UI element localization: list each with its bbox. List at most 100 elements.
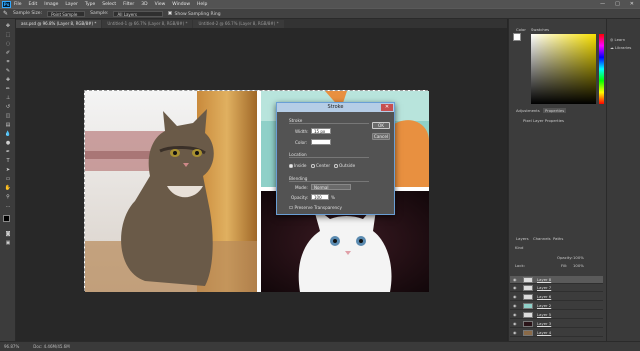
menu-file[interactable]: File [14, 2, 22, 7]
learn-panel-button[interactable]: ◎ Learn [610, 37, 625, 42]
pen-tool-icon[interactable]: ✒ [4, 149, 12, 156]
type-tool-icon[interactable]: T [4, 158, 12, 165]
hue-slider[interactable] [599, 34, 604, 104]
libraries-panel-button[interactable]: ☁ Libraries [610, 45, 631, 50]
tab-swatches[interactable]: Swatches [531, 27, 549, 32]
hand-tool-icon[interactable]: ✋ [4, 185, 12, 192]
sample-size-select[interactable]: Point Sample [47, 10, 86, 17]
width-label: Width: [295, 129, 309, 134]
eyedropper-tool-icon[interactable]: ✎ [4, 68, 12, 75]
fill-value[interactable]: 100% [573, 263, 584, 268]
color-field[interactable] [531, 34, 596, 104]
window-controls: — □ ✕ [600, 1, 634, 7]
dodge-tool-icon[interactable]: ● [4, 140, 12, 147]
zoom-tool-icon[interactable]: ⚲ [4, 194, 12, 201]
stroke-color-swatch[interactable] [311, 139, 331, 145]
blur-tool-icon[interactable]: 💧 [4, 131, 12, 138]
opacity-unit: % [331, 195, 335, 200]
color-fg-swatch[interactable] [513, 33, 521, 41]
preserve-transparency-checkbox[interactable]: Preserve Transparency [289, 205, 342, 210]
menu-view[interactable]: View [155, 2, 166, 7]
blend-mode-select[interactable]: Normal [311, 184, 351, 190]
layer-row-4[interactable]: ◉ Layer 4 [510, 329, 603, 337]
menu-select[interactable]: Select [102, 2, 116, 7]
eye-icon[interactable]: ◉ [513, 302, 517, 310]
shape-tool-icon[interactable]: ▭ [4, 176, 12, 183]
eyedropper-icon[interactable]: ✎ [3, 10, 8, 17]
tab-color[interactable]: Color [516, 27, 526, 32]
layer-name: Layer 6 [537, 294, 552, 299]
stamp-tool-icon[interactable]: ⊥ [4, 95, 12, 102]
quick-mask-icon[interactable]: ◙ [4, 231, 12, 238]
eye-icon[interactable]: ◉ [513, 320, 517, 328]
dialog-close-button[interactable]: ✕ [381, 104, 393, 111]
layer-row-8[interactable]: ◉ Layer 8 [510, 276, 603, 284]
preserve-transparency-label: Preserve Transparency [294, 205, 342, 210]
cancel-button[interactable]: Cancel [372, 133, 390, 140]
tab-properties[interactable]: Properties [543, 108, 567, 113]
dialog-title: Stroke [327, 104, 344, 110]
foreground-color-swatch[interactable] [3, 215, 10, 222]
move-tool-icon[interactable]: ✥ [4, 23, 12, 30]
menu-window[interactable]: Window [172, 2, 190, 7]
properties-title: Pixel Layer Properties [523, 118, 564, 123]
menu-edit[interactable]: Edit [29, 2, 38, 7]
lasso-tool-icon[interactable]: ◌ [4, 41, 12, 48]
gradient-tool-icon[interactable]: ▤ [4, 122, 12, 129]
menu-help[interactable]: Help [197, 2, 207, 7]
eye-icon[interactable]: ◉ [513, 311, 517, 319]
brush-tool-icon[interactable]: ✏ [4, 86, 12, 93]
stroke-dialog: Stroke ✕ Stroke Width: 15 px Color: Loca… [276, 102, 395, 215]
location-inside-radio[interactable]: Inside [289, 163, 306, 168]
tab-layers[interactable]: Layers [516, 236, 529, 241]
layer-row-6[interactable]: ◉ Layer 6 [510, 293, 603, 301]
zoom-level[interactable]: 96.87% [4, 344, 19, 349]
menu-type[interactable]: Type [85, 2, 95, 7]
photoshop-logo: Ps [2, 0, 11, 8]
layer-row-7[interactable]: ◉ Layer 7 [510, 284, 603, 292]
menu-filter[interactable]: Filter [123, 2, 134, 7]
tab-untitled-1[interactable]: Untitled-1 @ 66.7% (Layer 8, RGB/8#) * [102, 20, 193, 28]
width-input[interactable]: 15 px [311, 128, 331, 134]
path-select-icon[interactable]: ➤ [4, 167, 12, 174]
center-label: Center [316, 163, 331, 168]
marquee-tool-icon[interactable]: ⬚ [4, 32, 12, 39]
close-window-button[interactable]: ✕ [630, 1, 634, 7]
history-brush-icon[interactable]: ↺ [4, 104, 12, 111]
eye-icon[interactable]: ◉ [513, 276, 517, 284]
eye-icon[interactable]: ◉ [513, 284, 517, 292]
layer-thumbnail [523, 294, 533, 300]
eye-icon[interactable]: ◉ [513, 293, 517, 301]
layer-opacity-value[interactable]: 100% [573, 255, 584, 260]
layer-row-2[interactable]: ◉ Layer 2 [510, 302, 603, 310]
ok-button[interactable]: OK [372, 122, 390, 129]
quick-select-tool-icon[interactable]: ✐ [4, 50, 12, 57]
minimize-button[interactable]: — [600, 1, 605, 7]
screen-mode-icon[interactable]: ▣ [4, 240, 12, 247]
eraser-tool-icon[interactable]: ◫ [4, 113, 12, 120]
tab-channels[interactable]: Channels [533, 236, 551, 241]
opacity-input[interactable]: 100 [311, 194, 329, 200]
eye-icon[interactable]: ◉ [513, 329, 517, 337]
tab-paths[interactable]: Paths [553, 236, 563, 241]
tab-adjustments[interactable]: Adjustments [516, 108, 540, 113]
healing-tool-icon[interactable]: ✚ [4, 77, 12, 84]
menu-layer[interactable]: Layer [65, 2, 78, 7]
layer-row-3[interactable]: ◉ Layer 3 [510, 320, 603, 328]
tab-ass-psd[interactable]: ass.psd @ 96.8% (Layer 8, RGB/8#) * [16, 20, 102, 28]
location-outside-radio[interactable]: Outside [334, 163, 355, 168]
dialog-title-bar[interactable]: Stroke ✕ [277, 103, 394, 112]
maximize-button[interactable]: □ [615, 1, 620, 7]
tab-untitled-2[interactable]: Untitled-2 @ 66.7% (Layer 8, RGB/8#) * [193, 20, 284, 28]
options-bar: ✎ Sample Size: Point Sample Sample: All … [0, 8, 640, 19]
menu-image[interactable]: Image [44, 2, 58, 7]
crop-tool-icon[interactable]: ⌗ [4, 59, 12, 66]
menu-3d[interactable]: 3D [141, 2, 147, 7]
location-center-radio[interactable]: Center [311, 163, 330, 168]
layer-row-5[interactable]: ◉ Layer 5 [510, 311, 603, 319]
document-tabs: ass.psd @ 96.8% (Layer 8, RGB/8#) * Unti… [16, 19, 507, 28]
sampling-ring-checkbox[interactable]: Show Sampling Ring [168, 10, 221, 17]
sample-select[interactable]: All Layers [113, 10, 164, 17]
layer-kind-filter[interactable]: Kind [515, 245, 523, 250]
more-tools-icon[interactable]: … [4, 203, 12, 210]
